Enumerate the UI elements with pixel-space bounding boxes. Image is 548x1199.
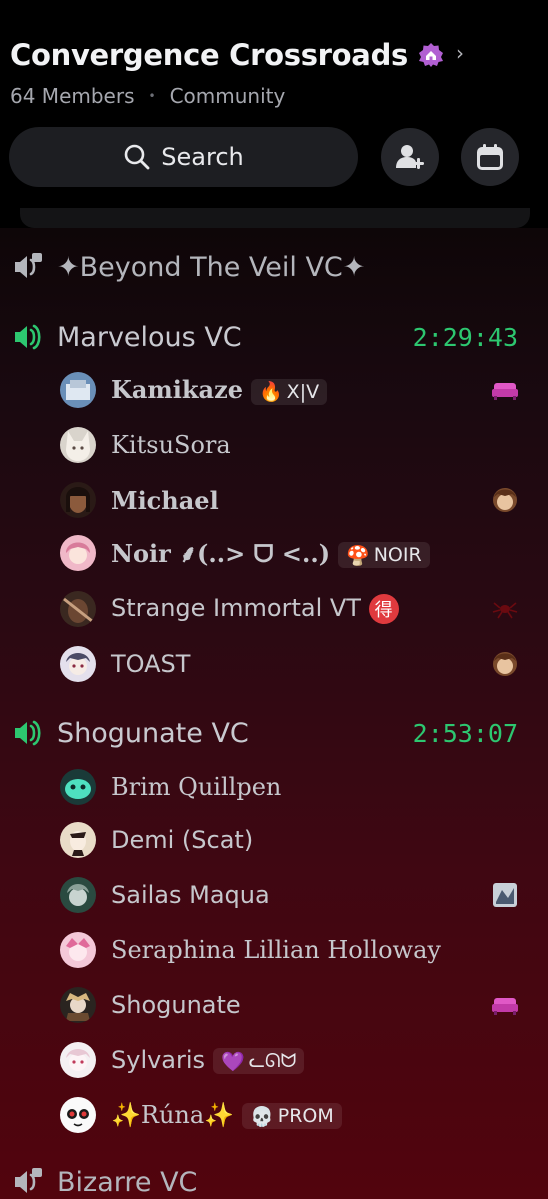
events-button[interactable] xyxy=(461,128,519,186)
channel-name: Bizarre VC xyxy=(57,1166,198,1198)
search-label: Search xyxy=(161,143,244,171)
member-name: Noir ⸙(..> ᗜ <..) 🍄 NOIR xyxy=(111,537,430,570)
channel-name: Shogunate VC xyxy=(57,717,249,749)
server-title-row[interactable]: Convergence Crossroads › xyxy=(10,38,464,72)
voice-member[interactable]: Sylvaris 💜 ᓚᘏᗢ xyxy=(0,1038,548,1082)
role-tag: 💜 ᓚᘏᗢ xyxy=(213,1048,305,1074)
voice-member[interactable]: KitsuSora xyxy=(0,423,548,467)
voice-member[interactable]: Noir ⸙(..> ᗜ <..) 🍄 NOIR xyxy=(0,531,548,575)
voice-channel-shogunate[interactable]: Shogunate VC 2:53:07 xyxy=(0,713,548,753)
member-name: Brim Quillpen xyxy=(111,773,282,801)
server-subtitle: 64 Members • Community xyxy=(10,84,285,108)
voice-member[interactable]: Seraphina Lillian Holloway xyxy=(0,928,548,972)
member-name: Kamikaze 🔥 X|V xyxy=(111,375,328,405)
sticker-icon xyxy=(490,880,520,910)
avatar xyxy=(60,822,96,858)
avatar xyxy=(60,427,96,463)
voice-member[interactable]: TOAST xyxy=(0,642,548,686)
member-name: Michael xyxy=(111,485,219,515)
avatar xyxy=(60,877,96,913)
spider-icon xyxy=(490,594,520,624)
community-label: Community xyxy=(169,84,286,108)
member-name: KitsuSora xyxy=(111,431,231,459)
member-name: Sylvaris 💜 ᓚᘏᗢ xyxy=(111,1046,305,1074)
voice-channel-bizarre[interactable]: Bizarre VC xyxy=(0,1162,548,1199)
kanji-badge: 得 xyxy=(368,594,399,624)
voice-member[interactable]: Michael xyxy=(0,478,548,522)
member-name: TOAST xyxy=(111,650,191,678)
voice-member[interactable]: ✨Rúna✨ 💀 PROM xyxy=(0,1093,548,1137)
server-name[interactable]: Convergence Crossroads xyxy=(10,38,408,72)
member-name: Shogunate xyxy=(111,991,241,1019)
channel-timer: 2:53:07 xyxy=(412,718,518,748)
member-name: Sailas Maqua xyxy=(111,881,270,909)
avatar-sticker-icon xyxy=(490,649,520,679)
add-user-icon xyxy=(396,145,424,169)
sofa-icon xyxy=(490,990,520,1020)
avatar xyxy=(60,1042,96,1078)
speaker-active-icon xyxy=(15,720,41,746)
voice-channel-beyond-the-veil[interactable]: ✦Beyond The Veil VC✦ xyxy=(0,247,548,287)
avatar-sticker-icon xyxy=(490,485,520,515)
voice-member[interactable]: Shogunate xyxy=(0,983,548,1027)
member-count: 64 Members xyxy=(10,84,135,108)
calendar-icon xyxy=(477,144,503,170)
server-header: Convergence Crossroads › 64 Members • Co… xyxy=(0,0,548,228)
avatar xyxy=(60,987,96,1023)
voice-member[interactable]: Sailas Maqua xyxy=(0,873,548,917)
member-name: ✨Rúna✨ 💀 PROM xyxy=(111,1101,342,1130)
separator-dot: • xyxy=(148,89,156,103)
avatar xyxy=(60,482,96,518)
header-divider xyxy=(20,208,530,228)
search-button[interactable]: Search xyxy=(9,127,358,187)
role-tag: 🔥 X|V xyxy=(251,378,328,405)
sofa-icon xyxy=(490,375,520,405)
member-name: Strange Immortal VT 得 xyxy=(111,594,399,624)
role-tag: 💀 PROM xyxy=(242,1103,342,1130)
avatar xyxy=(60,932,96,968)
avatar xyxy=(60,769,96,805)
member-name: Demi (Scat) xyxy=(111,826,254,854)
voice-member[interactable]: Demi (Scat) xyxy=(0,818,548,862)
locked-speaker-icon xyxy=(15,253,42,278)
voice-member[interactable]: Strange Immortal VT 得 xyxy=(0,587,548,631)
avatar xyxy=(60,1097,96,1133)
community-home-icon xyxy=(419,43,443,67)
channel-timer: 2:29:43 xyxy=(412,322,518,352)
chevron-right-icon[interactable]: › xyxy=(456,41,464,65)
invite-button[interactable] xyxy=(381,128,439,186)
locked-speaker-icon xyxy=(15,1168,42,1193)
role-tag: 🍄 NOIR xyxy=(338,542,430,568)
channel-name: Marvelous VC xyxy=(57,321,242,353)
avatar xyxy=(60,535,96,571)
avatar xyxy=(60,646,96,682)
avatar xyxy=(60,591,96,627)
voice-member[interactable]: Kamikaze 🔥 X|V xyxy=(0,368,548,412)
speaker-active-icon xyxy=(15,324,41,350)
avatar xyxy=(60,372,96,408)
channel-name: ✦Beyond The Veil VC✦ xyxy=(57,251,366,283)
voice-member[interactable]: Brim Quillpen xyxy=(0,765,548,809)
search-icon xyxy=(124,144,150,170)
member-name: Seraphina Lillian Holloway xyxy=(111,936,441,964)
voice-channel-marvelous[interactable]: Marvelous VC 2:29:43 xyxy=(0,317,548,357)
